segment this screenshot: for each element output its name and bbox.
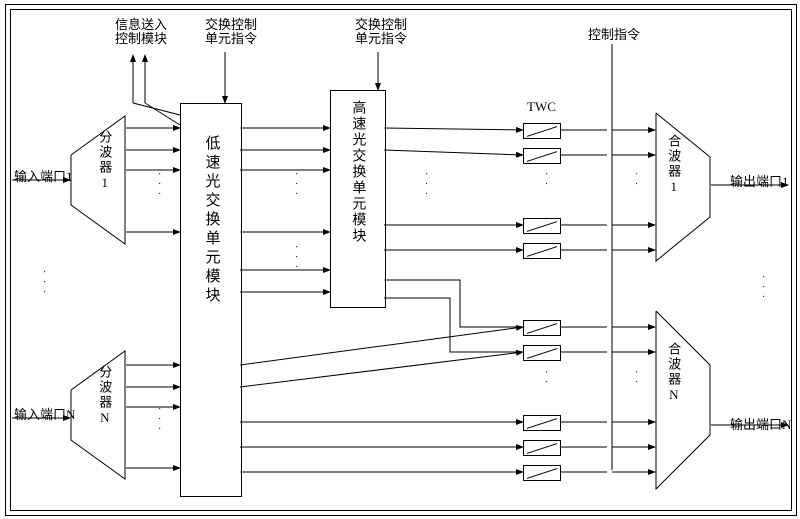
input-port-1-label: 输入端口1 (14, 170, 73, 184)
mux-n (655, 310, 711, 490)
info-send-ctrl-label: 信息送入 控制模块 (115, 18, 167, 47)
twc-8 (523, 440, 561, 456)
exchange-ctrl-left-label: 交换控制 单元指令 (205, 18, 257, 47)
dots-demux1: · · · (153, 172, 164, 197)
dots-muxn: · · (630, 370, 641, 385)
dots-inputs: · · · (38, 270, 49, 295)
twc-1 (523, 123, 561, 139)
twc-4 (523, 243, 561, 259)
low-speed-switch-text: 低速光交换单元模块 (203, 135, 220, 306)
output-port-1-label: 输出端口1 (730, 175, 789, 189)
high-speed-switch-text: 高速光交换单元模块 (350, 100, 365, 244)
output-port-n-label: 输出端口N (730, 418, 791, 432)
ctrl-cmd-label: 控制指令 (588, 28, 640, 42)
dots-demuxn: · · · (153, 407, 164, 432)
mux-n-text: 合波器N (666, 342, 680, 404)
twc-9 (523, 465, 561, 481)
mux-1 (655, 112, 711, 262)
demux-1-text: 分波器1 (97, 130, 111, 192)
dots-low-high-2: · · · (290, 245, 301, 270)
dots-twc-2: · · (540, 370, 551, 385)
dots-outputs: · · · (757, 275, 768, 300)
twc-5 (523, 320, 561, 336)
twc-label: TWC (527, 100, 556, 114)
dots-high-out: · · · (420, 172, 431, 197)
twc-6 (523, 345, 561, 361)
mux-1-text: 合波器1 (666, 134, 680, 196)
dots-low-high-1: · · · (290, 172, 301, 197)
dots-twc-1: · · (540, 172, 551, 187)
input-port-n-label: 输入端口N (14, 408, 75, 422)
demux-n-text: 分波器N (97, 365, 111, 427)
twc-3 (523, 218, 561, 234)
twc-7 (523, 415, 561, 431)
dots-mux1: · · (630, 172, 641, 187)
twc-2 (523, 148, 561, 164)
exchange-ctrl-right-label: 交换控制 单元指令 (355, 18, 407, 47)
